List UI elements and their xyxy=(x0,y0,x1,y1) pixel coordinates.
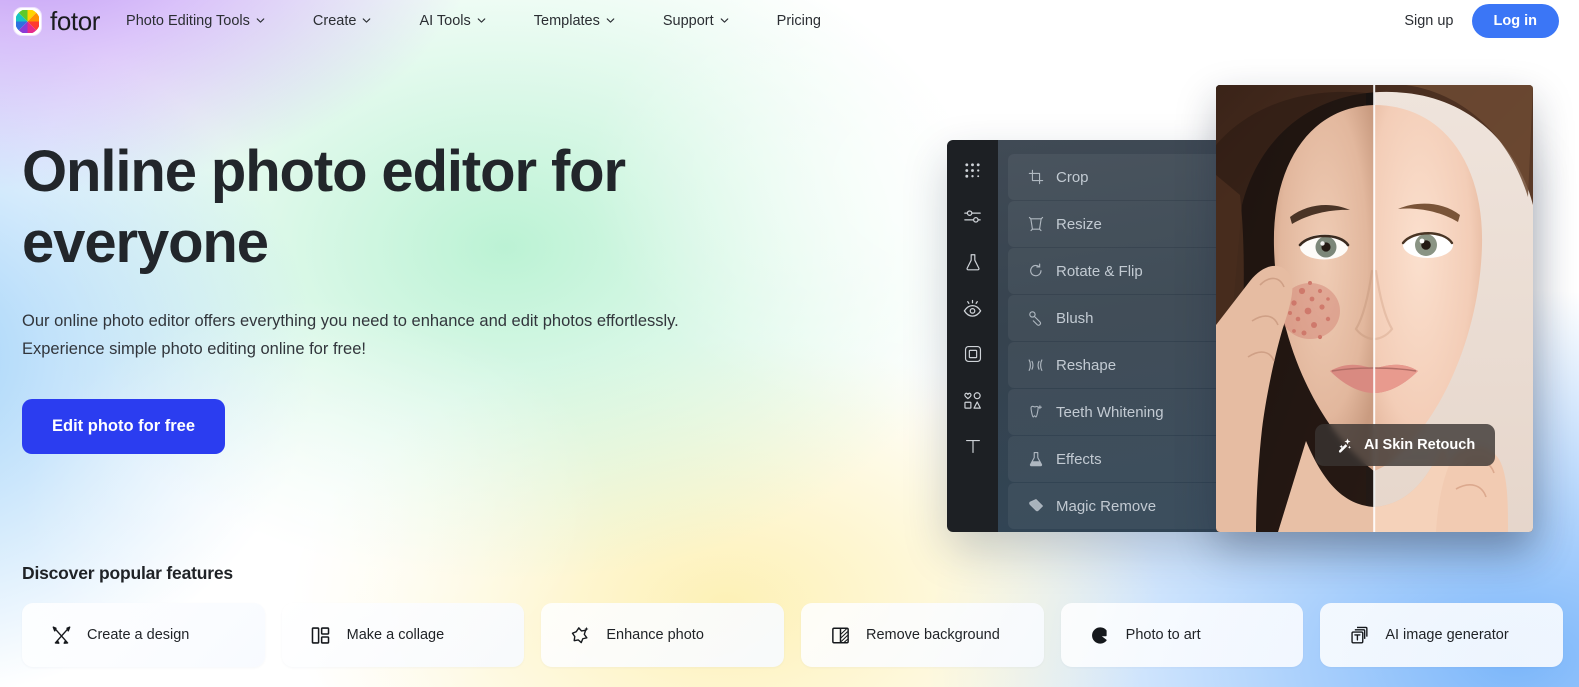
editor-tool-label: Teeth Whitening xyxy=(1056,403,1164,421)
nav-item-templates[interactable]: Templates xyxy=(534,7,641,35)
chevron-down-icon xyxy=(362,16,371,25)
feature-card-remove-background[interactable]: Remove background xyxy=(801,603,1044,667)
editor-tool-label: Crop xyxy=(1056,168,1089,186)
ai-skin-retouch-label: AI Skin Retouch xyxy=(1364,437,1476,453)
feature-card-label: Make a collage xyxy=(346,627,445,643)
dot-grid-icon[interactable] xyxy=(961,158,985,182)
hero-subtitle-line-1: Our online photo editor offers everythin… xyxy=(22,311,679,330)
feature-card-enhance-photo[interactable]: Enhance photo xyxy=(541,603,784,667)
brand-logo-link[interactable]: fotor xyxy=(14,6,101,36)
features-heading: Discover popular features xyxy=(22,563,233,583)
reshape-icon xyxy=(1027,357,1044,374)
editor-tool-label: Blush xyxy=(1056,309,1094,327)
text-tool-icon[interactable] xyxy=(961,434,985,458)
rotate-flip-icon xyxy=(1027,263,1044,280)
nav-label: Photo Editing Tools xyxy=(126,13,250,29)
sign-up-link[interactable]: Sign up xyxy=(1404,13,1453,29)
pencil-ruler-icon xyxy=(50,624,72,646)
site-header: fotor Photo Editing Tools Create AI Tool… xyxy=(0,0,1579,42)
nav-label: Pricing xyxy=(776,13,821,29)
header-actions: Sign up Log in xyxy=(1404,4,1559,38)
nav-item-create[interactable]: Create xyxy=(313,7,398,35)
ai-image-generator-icon xyxy=(1348,624,1370,646)
nav-item-ai-tools[interactable]: AI Tools xyxy=(419,7,511,35)
blush-icon xyxy=(1027,310,1044,327)
editor-tool-label: Reshape xyxy=(1056,356,1117,374)
editor-tool-rail xyxy=(947,140,998,532)
crop-icon xyxy=(1027,169,1044,186)
main-navigation: Photo Editing Tools Create AI Tools Temp… xyxy=(126,7,847,35)
flask-effects-icon[interactable] xyxy=(961,250,985,274)
hero-section: Online photo editor for everyone Our onl… xyxy=(0,42,820,455)
feature-card-photo-to-art[interactable]: Photo to art xyxy=(1060,603,1304,667)
editor-tool-label: Rotate & Flip xyxy=(1056,262,1143,280)
feature-card-label: Enhance photo xyxy=(606,627,704,643)
shapes-elements-icon[interactable] xyxy=(961,388,985,412)
chevron-down-icon xyxy=(477,16,486,25)
feature-card-label: Photo to art xyxy=(1125,627,1201,643)
feature-card-make-a-collage[interactable]: Make a collage xyxy=(281,603,525,667)
frame-border-icon[interactable] xyxy=(961,342,985,366)
chevron-down-icon xyxy=(720,16,729,25)
feature-card-create-a-design[interactable]: Create a design xyxy=(22,603,265,667)
feature-card-grid: Create a design Make a collage Enhance p… xyxy=(22,603,1563,667)
sparkle-star-icon xyxy=(569,624,591,646)
editor-tool-label: Magic Remove xyxy=(1056,497,1157,515)
hero-subtitle-line-2: Experience simple photo editing online f… xyxy=(22,339,366,358)
nav-label: Support xyxy=(662,13,714,29)
resize-icon xyxy=(1027,216,1044,233)
editor-tool-label: Effects xyxy=(1056,450,1102,468)
edit-photo-for-free-button[interactable]: Edit photo for free xyxy=(22,399,225,455)
collage-grid-icon xyxy=(310,624,332,646)
nav-item-photo-editing-tools[interactable]: Photo Editing Tools xyxy=(126,7,291,35)
feature-card-ai-image-generator[interactable]: AI image generator xyxy=(1320,603,1563,667)
nav-label: AI Tools xyxy=(419,13,471,29)
magic-remove-eraser-icon xyxy=(1027,498,1044,515)
brand-name: fotor xyxy=(50,6,101,36)
fotor-color-wheel-logo-icon xyxy=(14,7,41,35)
remove-background-icon xyxy=(829,624,851,646)
nav-label: Create xyxy=(312,13,357,29)
page-title: Online photo editor for everyone xyxy=(22,139,626,275)
fotor-landing-page: fotor Photo Editing Tools Create AI Tool… xyxy=(0,0,1579,687)
adjust-sliders-icon[interactable] xyxy=(961,204,985,228)
hero-subtitle: Our online photo editor offers everythin… xyxy=(22,307,820,364)
feature-card-label: Remove background xyxy=(866,627,1000,643)
feature-card-label: AI image generator xyxy=(1385,627,1509,643)
nav-item-support[interactable]: Support xyxy=(663,7,755,35)
eye-retouch-icon[interactable] xyxy=(961,296,985,320)
editor-tool-label: Resize xyxy=(1056,215,1102,233)
photo-to-art-icon xyxy=(1089,624,1111,646)
chevron-down-icon xyxy=(256,16,265,25)
chevron-down-icon xyxy=(606,16,615,25)
teeth-whitening-icon xyxy=(1027,404,1044,421)
nav-item-pricing[interactable]: Pricing xyxy=(777,7,847,35)
nav-label: Templates xyxy=(533,13,600,29)
ai-sparkle-wand-icon xyxy=(1335,436,1353,454)
log-in-button[interactable]: Log in xyxy=(1471,4,1559,38)
feature-card-label: Create a design xyxy=(87,627,190,643)
effects-flask-icon xyxy=(1027,451,1044,468)
popular-features-section: Discover popular features Create a desig… xyxy=(22,563,1563,667)
ai-skin-retouch-badge[interactable]: AI Skin Retouch xyxy=(1315,424,1496,466)
